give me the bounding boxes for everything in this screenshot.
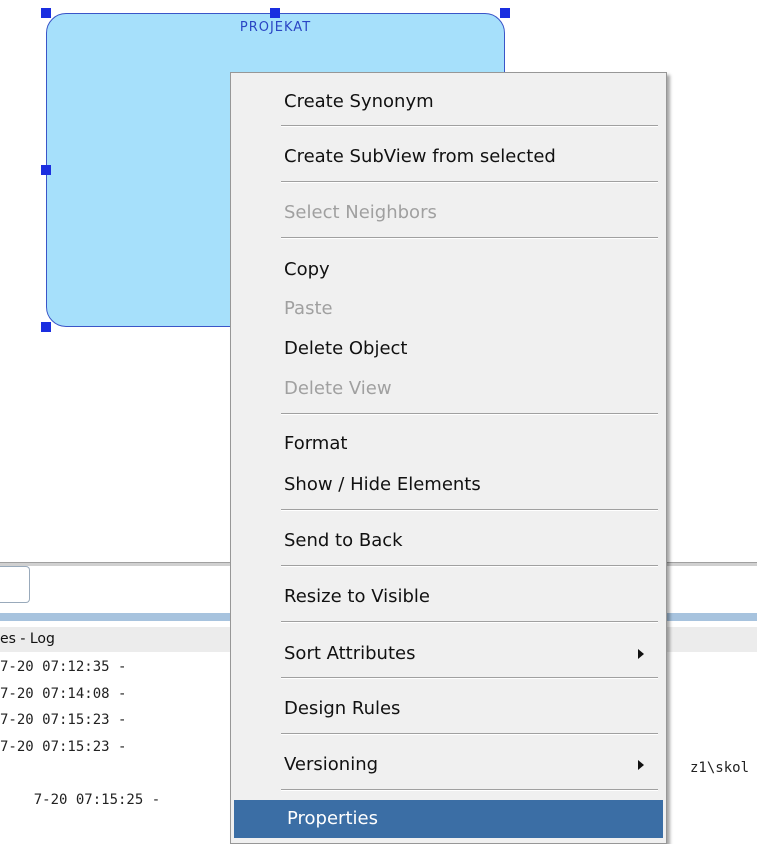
menu-separator (281, 621, 658, 623)
menu-separator (281, 509, 658, 511)
menu-item-sort-attributes[interactable]: Sort Attributes (231, 635, 666, 673)
menu-separator (281, 789, 658, 791)
menu-item-delete-object[interactable]: Delete Object (231, 330, 666, 368)
menu-item-design-rules[interactable]: Design Rules (231, 690, 666, 728)
menu-item-create-synonym[interactable]: Create Synonym (231, 83, 666, 121)
menu-item-delete-view: Delete View (284, 378, 392, 399)
log-overflow-text: z1\skol (690, 760, 750, 776)
entity-title: PROJEKAT (239, 20, 312, 35)
menu-item-send-to-back[interactable]: Send to Back (231, 522, 666, 560)
context-menu: Create Synonym Create SubView from selec… (230, 72, 667, 844)
resize-handle-bottom-left[interactable] (41, 322, 51, 332)
menu-item-format[interactable]: Format (231, 425, 666, 463)
menu-item-properties[interactable]: Properties (234, 800, 663, 838)
menu-separator (281, 181, 658, 183)
menu-separator (281, 733, 658, 735)
menu-separator (281, 677, 658, 679)
resize-handle-top-left[interactable] (41, 8, 51, 18)
menu-item-show-hide-elements[interactable]: Show / Hide Elements (231, 466, 666, 504)
resize-handle-top-right[interactable] (500, 8, 510, 18)
log-input-field[interactable] (0, 566, 30, 603)
menu-item-create-subview[interactable]: Create SubView from selected (231, 138, 666, 176)
menu-item-label: Versioning (284, 754, 379, 775)
menu-item-select-neighbors: Select Neighbors (284, 202, 437, 223)
menu-separator (281, 125, 658, 127)
submenu-arrow-icon (638, 649, 644, 659)
menu-item-label: Sort Attributes (284, 643, 416, 664)
menu-item-versioning[interactable]: Versioning (231, 746, 666, 784)
resize-handle-middle-left[interactable] (41, 165, 51, 175)
menu-separator (281, 413, 658, 415)
menu-separator (281, 237, 658, 239)
menu-item-resize-to-visible[interactable]: Resize to Visible (231, 578, 666, 616)
log-line-text: 7-20 07:15:25 - (33, 791, 161, 808)
log-title: es - Log (0, 631, 55, 647)
menu-item-copy[interactable]: Copy (231, 251, 666, 289)
resize-handle-top-center[interactable] (270, 8, 280, 18)
submenu-arrow-icon (638, 760, 644, 770)
menu-item-paste: Paste (284, 298, 333, 319)
menu-separator (281, 565, 658, 567)
